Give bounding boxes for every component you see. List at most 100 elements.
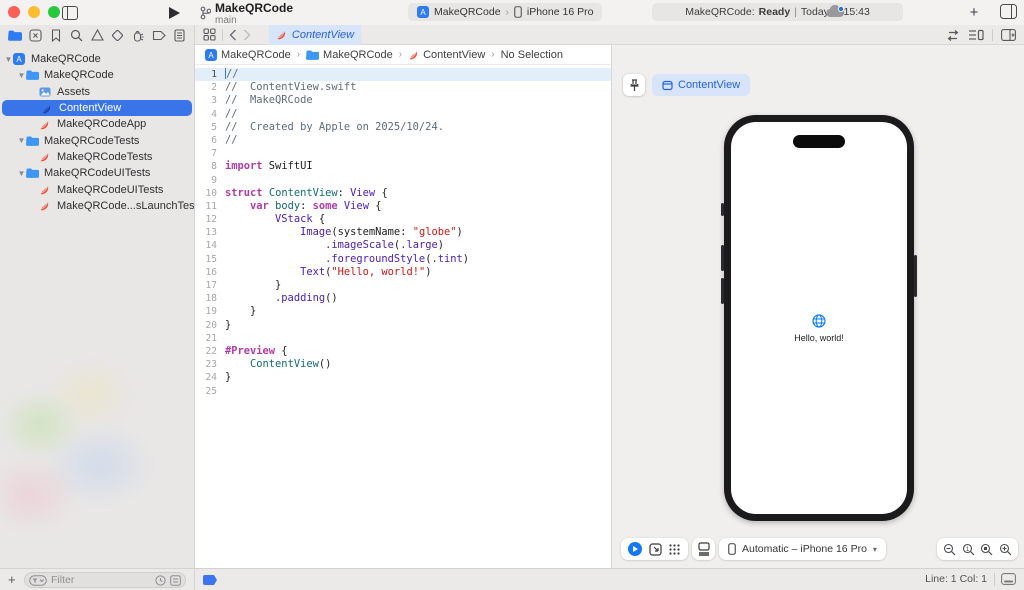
dynamic-island xyxy=(793,135,845,148)
code-line-9[interactable]: 9 xyxy=(195,174,611,187)
issues-navigator-icon[interactable] xyxy=(90,28,105,43)
disclosure-triangle-icon[interactable]: ▼ xyxy=(17,169,26,178)
preview-device-label: Automatic – iPhone 16 Pro xyxy=(742,543,867,555)
tests-navigator-icon[interactable] xyxy=(110,28,125,43)
code-line-12[interactable]: 12 VStack { xyxy=(195,213,611,226)
run-button[interactable] xyxy=(166,5,182,20)
code-line-20[interactable]: 20} xyxy=(195,319,611,332)
navigator-row-makeqrcode[interactable]: ▼MakeQRCode xyxy=(0,67,194,83)
bookmarks-navigator-icon[interactable] xyxy=(48,28,63,43)
code-line-19[interactable]: 19 } xyxy=(195,305,611,318)
add-button[interactable]: + xyxy=(966,4,982,21)
activity-status[interactable]: MakeQRCode: Ready | Today at 15:43 xyxy=(652,3,903,21)
recents-clock-icon[interactable] xyxy=(155,575,166,586)
assets-icon xyxy=(39,86,52,98)
code-line-6[interactable]: 6// xyxy=(195,134,611,147)
code-line-24[interactable]: 24} xyxy=(195,371,611,384)
navigator-row-makeqrcode-slaunchtests[interactable]: MakeQRCode...sLaunchTests xyxy=(0,198,194,214)
code-line-7[interactable]: 7 xyxy=(195,147,611,160)
zoom-to-fit-button[interactable] xyxy=(980,543,993,556)
code-line-22[interactable]: 22#Preview { xyxy=(195,345,611,358)
scheme-selector[interactable]: A MakeQRCode › iPhone 16 Pro xyxy=(408,3,602,21)
iphone-icon xyxy=(514,6,522,18)
breadcrumb-item-2[interactable]: ContentView xyxy=(408,49,485,61)
zoom-in-button[interactable] xyxy=(999,543,1012,556)
code-text: .imageScale(.large) xyxy=(225,239,444,251)
flags-filter-icon[interactable] xyxy=(170,575,181,586)
tab-contentview[interactable]: ContentView xyxy=(269,25,361,45)
zoom-out-button[interactable] xyxy=(943,543,956,556)
breakpoint-indicator[interactable] xyxy=(203,575,217,585)
project-title-block: MakeQRCode main xyxy=(200,2,293,26)
editor-options-icon[interactable] xyxy=(968,29,984,41)
toggle-navigator-icon[interactable] xyxy=(60,4,80,21)
preview-screen[interactable]: Hello, world! xyxy=(731,122,907,514)
play-icon xyxy=(633,546,638,552)
navigator-row-makeqrcodeapp[interactable]: MakeQRCodeApp xyxy=(0,116,194,132)
editor-display-icon[interactable] xyxy=(1001,573,1016,585)
disclosure-triangle-icon[interactable]: ▼ xyxy=(17,136,26,145)
navigator-row-contentview[interactable]: ContentView xyxy=(2,100,192,116)
reports-navigator-icon[interactable] xyxy=(172,28,187,43)
cloud-sync-icon[interactable] xyxy=(826,5,845,19)
code-line-18[interactable]: 18 .padding() xyxy=(195,292,611,305)
code-line-10[interactable]: 10struct ContentView: View { xyxy=(195,187,611,200)
zoom-actual-size-button[interactable]: 1 xyxy=(962,543,975,556)
go-back-icon[interactable] xyxy=(229,29,237,41)
navigator-filter-field[interactable]: Filter xyxy=(24,572,186,588)
preview-target-pill[interactable]: ContentView xyxy=(652,74,750,96)
code-line-11[interactable]: 11 var body: some View { xyxy=(195,200,611,213)
code-text: // xyxy=(225,108,238,120)
line-number: 18 xyxy=(195,292,225,305)
source-control-navigator-icon[interactable] xyxy=(28,28,43,43)
navigator-row-makeqrcodetests[interactable]: MakeQRCodeTests xyxy=(0,149,194,165)
code-line-1[interactable]: 1// xyxy=(195,68,611,81)
swap-editor-icon[interactable] xyxy=(946,30,960,41)
code-line-17[interactable]: 17 } xyxy=(195,279,611,292)
navigator-row-makeqrcodeuitests[interactable]: MakeQRCodeUITests xyxy=(0,181,194,197)
navigator-row-makeqrcodetests[interactable]: ▼MakeQRCodeTests xyxy=(0,132,194,148)
code-line-15[interactable]: 15 .foregroundStyle(.tint) xyxy=(195,253,611,266)
project-navigator-icon[interactable] xyxy=(7,28,22,43)
minimize-window-button[interactable] xyxy=(28,6,40,18)
toggle-inspector-icon[interactable] xyxy=(1000,4,1017,19)
live-preview-button[interactable] xyxy=(628,542,642,556)
code-line-25[interactable]: 25 xyxy=(195,385,611,398)
device-settings-button[interactable] xyxy=(692,538,715,560)
breadcrumb-item-1[interactable]: MakeQRCode xyxy=(306,49,393,61)
disclosure-triangle-icon[interactable]: ▼ xyxy=(4,55,13,64)
iphone-preview-device: Hello, world! xyxy=(724,115,914,521)
related-items-icon[interactable] xyxy=(203,28,216,41)
code-line-21[interactable]: 21 xyxy=(195,332,611,345)
code-line-8[interactable]: 8import SwiftUI xyxy=(195,160,611,173)
selectable-mode-icon[interactable] xyxy=(649,543,662,556)
disclosure-triangle-icon[interactable]: ▼ xyxy=(17,71,26,80)
breadcrumb-item-3[interactable]: No Selection xyxy=(501,49,563,61)
code-line-16[interactable]: 16 Text("Hello, world!") xyxy=(195,266,611,279)
code-line-3[interactable]: 3// MakeQRCode xyxy=(195,94,611,107)
action-button xyxy=(721,203,724,216)
pin-preview-button[interactable] xyxy=(623,74,645,96)
source-editor[interactable]: 1//2// ContentView.swift3// MakeQRCode4/… xyxy=(195,65,611,568)
add-item-button[interactable]: + xyxy=(8,572,16,587)
window-titlebar: MakeQRCode main A MakeQRCode › iPhone 16… xyxy=(0,0,1024,25)
breadcrumb-item-0[interactable]: AMakeQRCode xyxy=(205,49,291,61)
find-navigator-icon[interactable] xyxy=(69,28,84,43)
code-line-5[interactable]: 5// Created by Apple on 2025/10/24. xyxy=(195,121,611,134)
debug-navigator-icon[interactable] xyxy=(131,28,146,43)
preview-device-selector[interactable]: Automatic – iPhone 16 Pro ▾ xyxy=(719,538,886,560)
code-line-4[interactable]: 4// xyxy=(195,108,611,121)
breakpoints-navigator-icon[interactable] xyxy=(151,28,166,43)
go-forward-icon[interactable] xyxy=(243,29,251,41)
code-line-2[interactable]: 2// ContentView.swift xyxy=(195,81,611,94)
navigator-row-makeqrcodeuitests[interactable]: ▼MakeQRCodeUITests xyxy=(0,165,194,181)
code-line-23[interactable]: 23 ContentView() xyxy=(195,358,611,371)
close-window-button[interactable] xyxy=(8,6,20,18)
code-line-14[interactable]: 14 .imageScale(.large) xyxy=(195,239,611,252)
navigator-row-makeqrcode[interactable]: ▼AMakeQRCode xyxy=(0,51,194,67)
navigator-row-assets[interactable]: Assets xyxy=(0,84,194,100)
zoom-window-button[interactable] xyxy=(48,6,60,18)
add-editor-icon[interactable] xyxy=(1001,29,1016,41)
variants-grid-icon[interactable] xyxy=(668,543,681,556)
code-line-13[interactable]: 13 Image(systemName: "globe") xyxy=(195,226,611,239)
